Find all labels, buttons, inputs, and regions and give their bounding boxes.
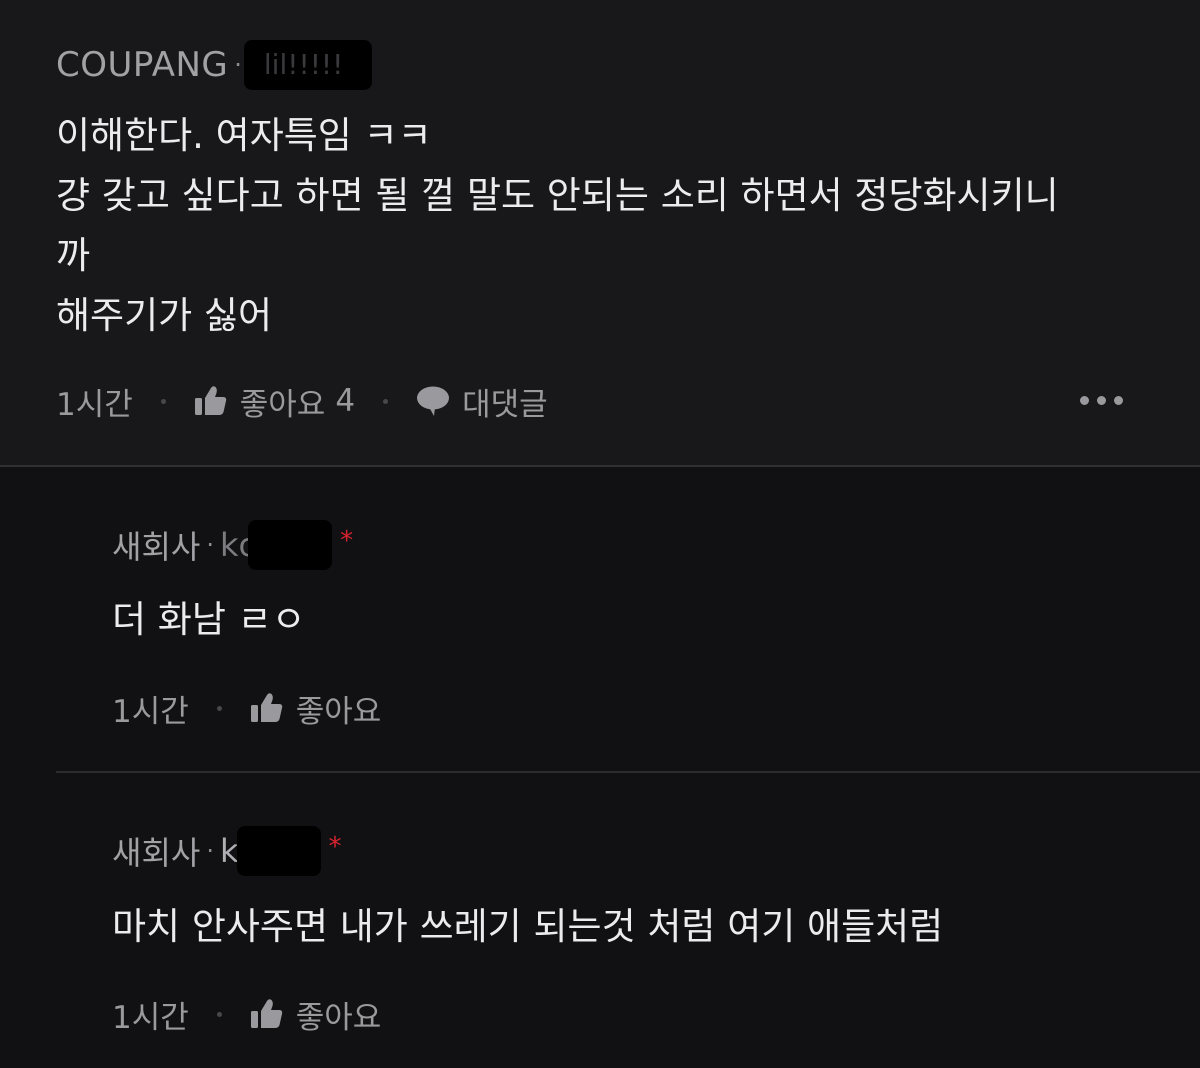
like-button[interactable]: 좋아요 [250, 992, 382, 1037]
redacted-nickname [236, 826, 321, 876]
company-name: 새회사 [112, 528, 201, 566]
meta-separator [216, 1011, 222, 1017]
comment-line: 까 [56, 234, 91, 277]
like-button[interactable]: 좋아요 [250, 686, 382, 731]
like-label: 좋아요 [295, 693, 382, 730]
comment-time: 1시간 [56, 386, 133, 423]
author-mark: * [328, 832, 342, 862]
redacted-nickname: lil!!!!! [243, 40, 372, 90]
nickname: lil!!!!! [263, 48, 344, 81]
more-dots-icon [1114, 396, 1123, 405]
like-button[interactable]: 좋아요 4 [194, 379, 355, 424]
like-count: 4 [335, 383, 356, 419]
separator-dot: · [206, 531, 214, 559]
thumbs-up-icon [250, 692, 284, 724]
comment-author[interactable]: COUPANG · lil!!!!! [56, 40, 372, 90]
author-mark: * [340, 526, 354, 556]
meta-separator [383, 398, 389, 404]
reply-divider [56, 771, 1200, 773]
meta-separator [216, 705, 222, 711]
comment-line: 걍 갖고 싶다고 하면 될 껄 말도 안되는 소리 하면서 정당화시키니 [56, 174, 1059, 217]
separator-dot: · [234, 51, 242, 79]
comment-line: 해주기가 싫어 [56, 294, 273, 337]
reply-author[interactable]: 새회사 · k * [112, 826, 342, 876]
comment-divider [0, 465, 1200, 467]
nickname: k [219, 832, 239, 870]
speech-bubble-icon [416, 385, 450, 417]
thumbs-up-icon [250, 998, 284, 1030]
company-name: 새회사 [112, 834, 201, 872]
thumbs-up-icon [194, 385, 228, 417]
reply-body: 더 화남 ㄹㅇ [112, 598, 306, 641]
redacted-nickname [248, 520, 333, 570]
reply-meta: 1시간 좋아요 [112, 992, 382, 1037]
reply-label: 대댓글 [462, 386, 548, 423]
company-name: COUPANG [56, 45, 229, 85]
separator-dot: · [206, 837, 214, 865]
comment-line: 이해한다. 여자특임 ㅋㅋ [56, 114, 432, 157]
comment-body: 이해한다. 여자특임 ㅋㅋ 걍 갖고 싶다고 하면 될 껄 말도 안되는 소리 … [56, 106, 1059, 346]
reply-button[interactable]: 대댓글 [416, 379, 548, 424]
reply-time: 1시간 [112, 693, 189, 730]
like-label: 좋아요 [239, 386, 326, 423]
reply-author[interactable]: 새회사 · kc * [112, 520, 354, 570]
meta-separator [160, 398, 166, 404]
more-dots-icon [1080, 396, 1089, 405]
reply-body: 마치 안사주면 내가 쓰레기 되는것 처럼 여기 애들처럼 [112, 905, 944, 948]
reply-meta: 1시간 좋아요 [112, 686, 382, 731]
like-label: 좋아요 [295, 999, 382, 1036]
more-dots-icon [1097, 396, 1106, 405]
comment-meta: 1시간 좋아요 4 대댓글 [56, 379, 548, 424]
more-options-button[interactable] [1080, 396, 1123, 405]
reply-time: 1시간 [112, 999, 189, 1036]
